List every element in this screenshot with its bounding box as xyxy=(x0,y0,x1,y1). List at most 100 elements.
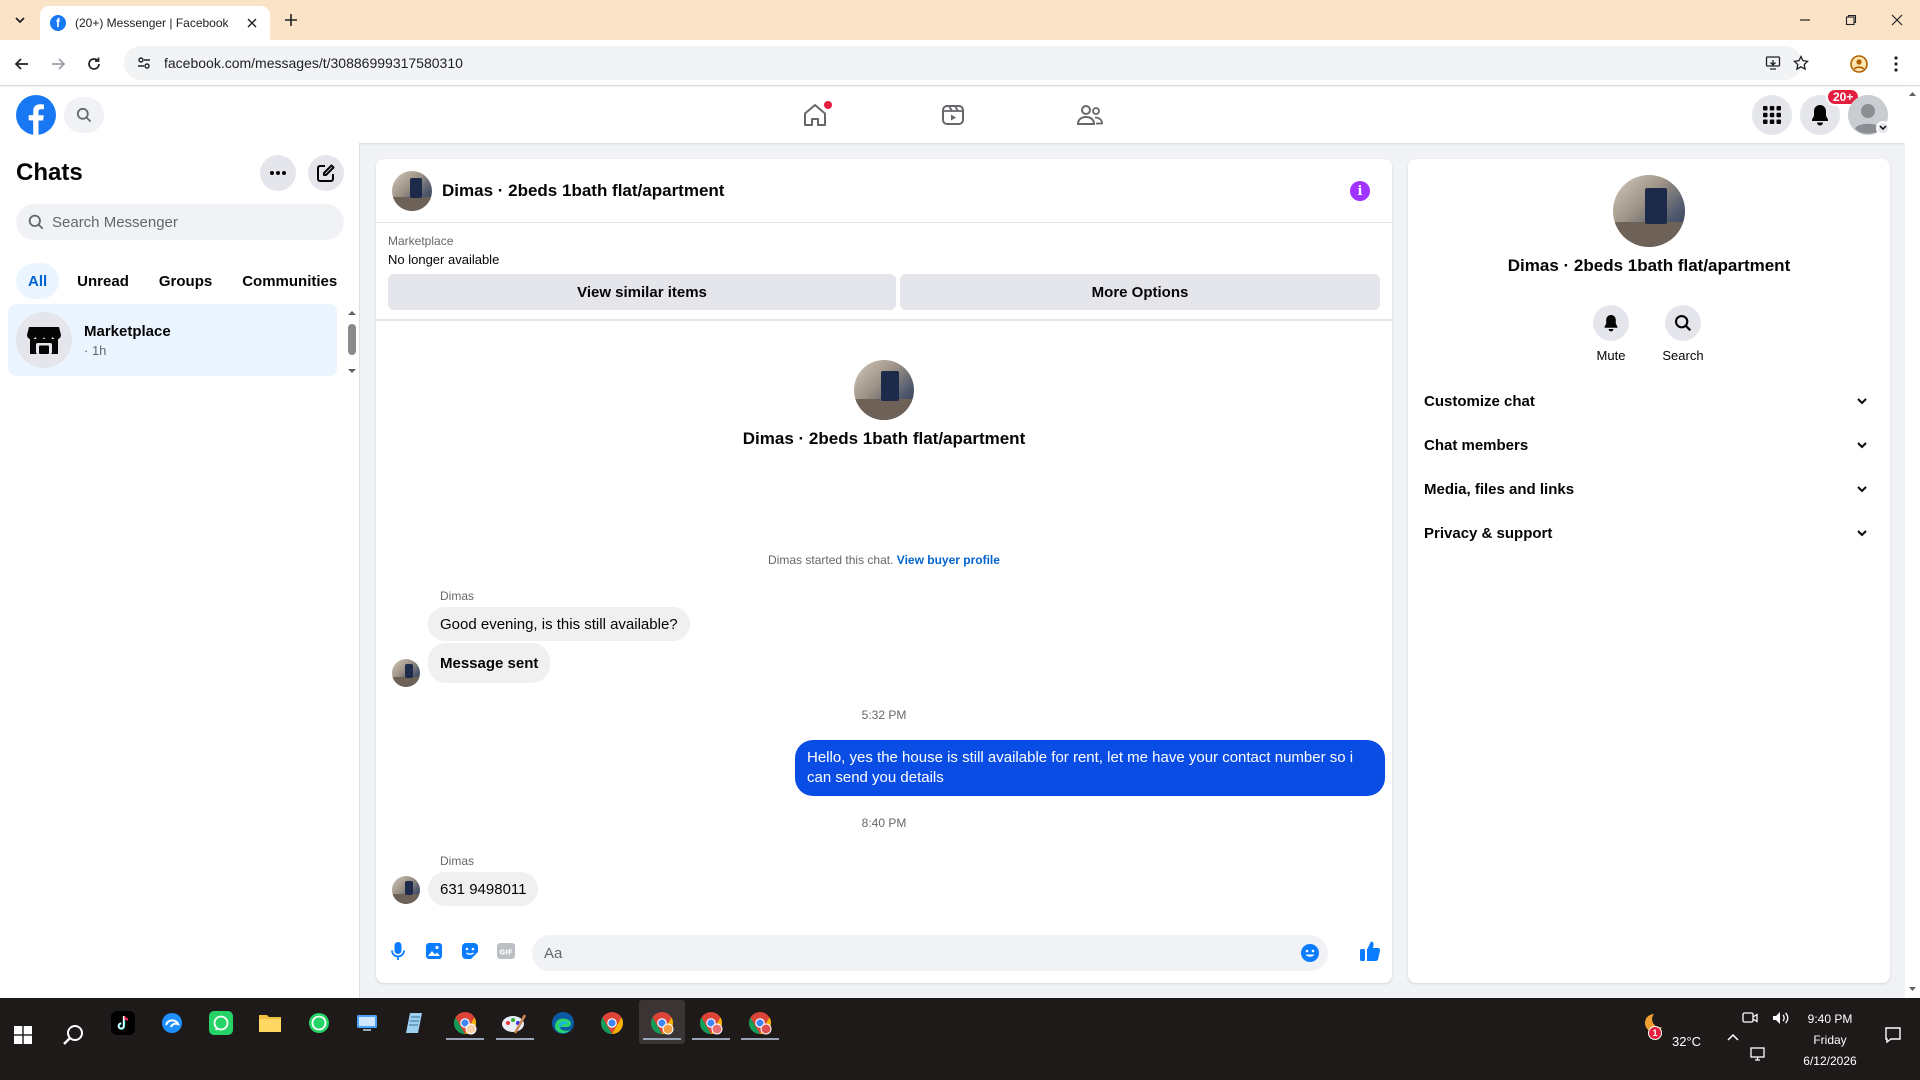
conversation-info-icon[interactable]: i xyxy=(1350,181,1370,201)
browser-menu-kebab-icon[interactable] xyxy=(1886,54,1906,74)
conversation-panel: Dimas · 2beds 1bath flat/apartment i Mar… xyxy=(376,159,1392,983)
conversation-title[interactable]: Dimas · 2beds 1bath flat/apartment xyxy=(442,181,724,201)
facebook-logo-icon[interactable] xyxy=(16,95,56,135)
chrome-profile-3-icon[interactable] xyxy=(694,1006,728,1040)
chrome-browser-icon[interactable] xyxy=(595,1006,629,1040)
chat-list-scrollbar[interactable] xyxy=(345,309,359,375)
incoming-message-bubble[interactable]: Message sent xyxy=(428,643,551,683)
message-input[interactable] xyxy=(544,944,1284,962)
filter-unread[interactable]: Unread xyxy=(65,263,141,299)
marketplace-store-icon xyxy=(27,327,61,354)
groups-people-icon[interactable] xyxy=(1070,97,1110,133)
window-restore-icon[interactable] xyxy=(1828,0,1874,40)
windows-start-icon[interactable] xyxy=(6,1018,40,1052)
video-watch-icon[interactable] xyxy=(933,97,973,133)
facebook-top-nav: 20+ xyxy=(0,87,1905,143)
chrome-profile-4-icon[interactable] xyxy=(743,1006,777,1040)
chat-item-time: · 1h xyxy=(84,342,107,358)
gif-icon[interactable]: GIF xyxy=(494,939,518,963)
edge-browser-icon[interactable] xyxy=(546,1006,580,1040)
filter-communities[interactable]: Communities xyxy=(230,263,349,299)
window-minimize-icon[interactable] xyxy=(1782,0,1828,40)
search-messenger-input[interactable] xyxy=(52,213,322,231)
chat-filter-tabs: All Unread Groups Communities xyxy=(16,263,349,299)
chat-list-panel: Chats All Unread Groups Communities Mark… xyxy=(0,143,360,998)
tab-search-chevron-icon[interactable] xyxy=(8,8,32,32)
chat-members-section[interactable]: Chat members xyxy=(1416,423,1882,467)
paint-app-icon[interactable] xyxy=(497,1006,531,1040)
install-app-icon[interactable] xyxy=(1764,54,1782,72)
meet-now-icon[interactable] xyxy=(1740,1008,1760,1028)
privacy-support-section[interactable]: Privacy & support xyxy=(1416,511,1882,555)
profile-account-icon[interactable] xyxy=(1849,54,1869,74)
search-action[interactable]: Search xyxy=(1653,305,1713,363)
chat-list-item-marketplace[interactable]: Marketplace · 1h xyxy=(8,304,337,376)
mute-button[interactable] xyxy=(1593,305,1629,341)
emoji-icon[interactable] xyxy=(1300,943,1320,963)
sticker-icon[interactable] xyxy=(458,939,482,963)
tab-close-icon[interactable] xyxy=(244,15,260,31)
weather-temperature[interactable]: 32°C xyxy=(1672,1034,1701,1049)
clock-date[interactable]: 6/12/2026 xyxy=(1794,1054,1866,1068)
listing-avatar[interactable] xyxy=(392,170,432,211)
outgoing-message-bubble[interactable]: Hello, yes the house is still available … xyxy=(795,740,1385,796)
chrome-profile-1-icon[interactable] xyxy=(448,1006,482,1040)
like-thumbs-up-icon[interactable] xyxy=(1358,939,1382,963)
new-message-button[interactable] xyxy=(308,155,344,191)
forward-arrow-icon[interactable] xyxy=(44,50,72,78)
search-in-chat-button[interactable] xyxy=(1665,305,1701,341)
menu-grid-button[interactable] xyxy=(1752,95,1792,135)
customize-chat-section[interactable]: Customize chat xyxy=(1416,379,1882,423)
message-input-field[interactable] xyxy=(532,935,1328,971)
microphone-icon[interactable] xyxy=(386,939,410,963)
filter-all[interactable]: All xyxy=(16,263,60,299)
page-scrollbar[interactable] xyxy=(1905,87,1920,998)
whatsapp-business-app-icon[interactable] xyxy=(204,1006,238,1040)
account-chevron-down-icon[interactable] xyxy=(1876,121,1890,135)
remote-desktop-app-icon[interactable] xyxy=(350,1006,384,1040)
chat-options-button[interactable] xyxy=(260,155,296,191)
network-status-icon[interactable] xyxy=(1748,1044,1768,1064)
paint-running-indicator xyxy=(496,1038,534,1040)
site-settings-icon[interactable] xyxy=(136,55,152,71)
chevron-down-icon xyxy=(1857,398,1867,405)
reload-icon[interactable] xyxy=(80,50,108,78)
notification-center-icon[interactable] xyxy=(1876,1018,1910,1052)
home-icon[interactable] xyxy=(795,97,835,133)
media-files-links-section[interactable]: Media, files and links xyxy=(1416,467,1882,511)
new-tab-plus-icon[interactable] xyxy=(280,9,302,31)
filter-groups[interactable]: Groups xyxy=(147,263,224,299)
whatsapp-app-icon[interactable] xyxy=(302,1006,336,1040)
facebook-search-button[interactable] xyxy=(64,97,104,133)
browser-tab-messenger[interactable]: f (20+) Messenger | Facebook xyxy=(40,6,270,40)
tiktok-app-icon[interactable] xyxy=(106,1006,140,1040)
file-explorer-icon[interactable] xyxy=(253,1006,287,1040)
chat-info-avatar[interactable] xyxy=(1613,175,1685,247)
window-close-icon[interactable] xyxy=(1874,0,1920,40)
incoming-message-bubble[interactable]: Good evening, is this still available? xyxy=(428,607,690,641)
incoming-message-bubble[interactable]: 631 9498011 xyxy=(428,872,539,906)
tab-title: (20+) Messenger | Facebook xyxy=(75,16,229,30)
chrome-profile-4-running-indicator xyxy=(741,1038,779,1040)
back-arrow-icon[interactable] xyxy=(8,50,36,78)
edge-alt-app-icon[interactable] xyxy=(155,1006,189,1040)
sender-small-avatar[interactable] xyxy=(392,876,420,904)
notepad-app-icon[interactable] xyxy=(398,1006,432,1040)
clock-time[interactable]: 9:40 PM xyxy=(1798,1012,1862,1026)
mute-action[interactable]: Mute xyxy=(1581,305,1641,363)
search-messenger-field[interactable] xyxy=(16,204,344,240)
view-buyer-profile-link[interactable]: View buyer profile xyxy=(897,553,1000,567)
chrome-profile-active-icon[interactable] xyxy=(645,1006,679,1040)
more-options-button[interactable]: More Options xyxy=(900,274,1380,310)
clock-day[interactable]: Friday xyxy=(1798,1033,1862,1047)
volume-speaker-icon[interactable] xyxy=(1771,1008,1791,1028)
photo-attach-icon[interactable] xyxy=(422,939,446,963)
url-text[interactable]: facebook.com/messages/t/3088699931758031… xyxy=(164,55,463,71)
taskbar-search-icon[interactable] xyxy=(56,1018,90,1052)
view-similar-items-button[interactable]: View similar items xyxy=(388,274,896,310)
section-label: Chat members xyxy=(1424,436,1529,454)
conversation-intro-avatar[interactable] xyxy=(854,360,914,420)
sender-small-avatar[interactable] xyxy=(392,659,420,687)
bookmark-star-icon[interactable] xyxy=(1792,54,1810,72)
omnibox[interactable]: facebook.com/messages/t/3088699931758031… xyxy=(124,46,1809,80)
